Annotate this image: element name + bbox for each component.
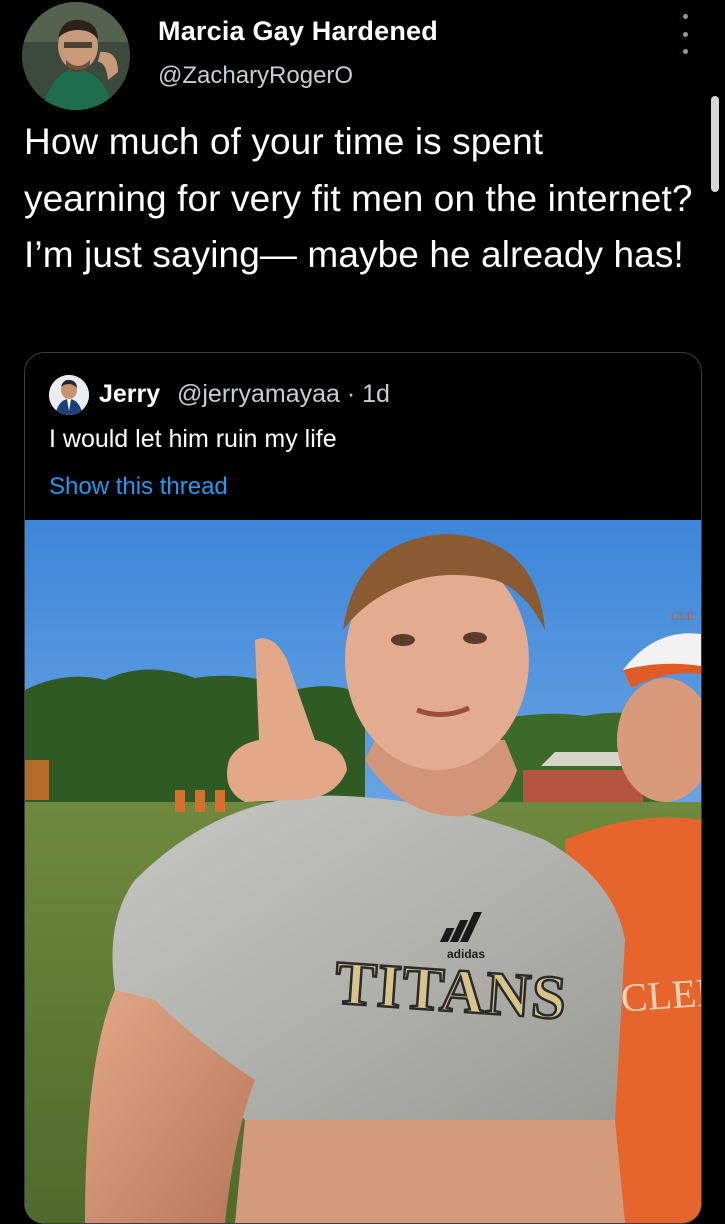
quoted-tweet-text: I would let him ruin my life <box>49 425 337 453</box>
scrollbar-thumb[interactable] <box>711 96 719 192</box>
quoted-avatar-image <box>49 375 89 415</box>
author-avatar-image <box>22 2 130 110</box>
quoted-author-avatar[interactable] <box>49 375 89 415</box>
quoted-tweet-photo[interactable]: CLE CLEM adidas TITANS <box>25 520 701 1223</box>
more-dot <box>682 49 688 54</box>
tweet-text: How much of your time is spent yearning … <box>24 121 693 275</box>
cap-text: CLE <box>671 609 694 623</box>
quoted-tweet-card[interactable]: Jerry @jerryamayaa · 1d I would let him … <box>24 352 702 1224</box>
quoted-author-handle-time[interactable]: @jerryamayaa · 1d <box>177 380 390 409</box>
author-display-name[interactable]: Marcia Gay Hardened <box>158 16 438 47</box>
tweet-header: Marcia Gay Hardened @ZacharyRogerO <box>0 0 725 192</box>
right-shirt-text: CLEM <box>619 968 701 1021</box>
author-handle[interactable]: @ZacharyRogerO <box>158 62 353 90</box>
more-dot <box>682 14 688 19</box>
show-thread-link[interactable]: Show this thread <box>49 473 228 501</box>
photo-icon: CLE CLEM adidas TITANS <box>25 520 701 1223</box>
more-dot <box>682 31 688 37</box>
more-options-icon[interactable] <box>672 14 698 54</box>
quoted-author-name[interactable]: Jerry <box>99 380 160 409</box>
author-avatar[interactable] <box>22 2 130 110</box>
